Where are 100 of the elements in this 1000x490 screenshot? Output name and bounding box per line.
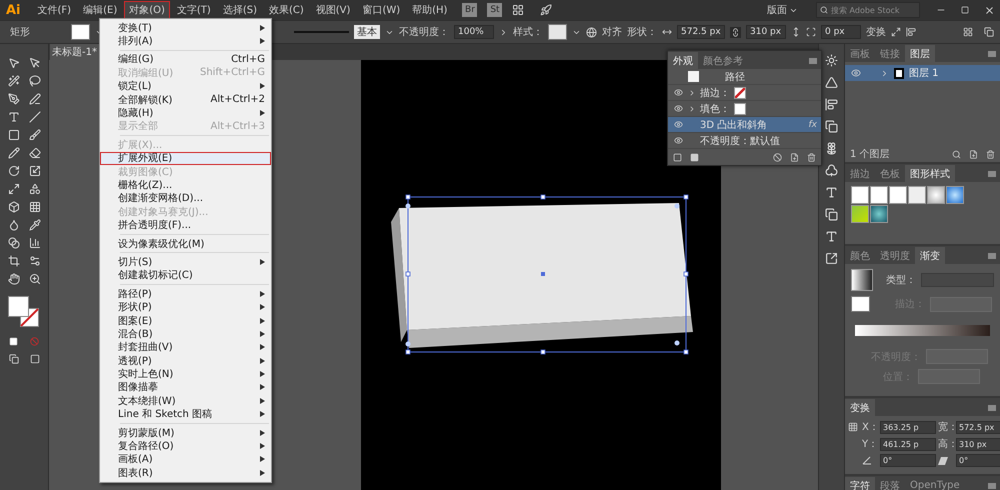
perspective-grid-icon[interactable] <box>8 201 20 213</box>
style-swatch[interactable] <box>548 24 567 40</box>
corner-radius-field[interactable]: 0 px <box>821 25 861 39</box>
gradient-drop-icon[interactable] <box>8 219 20 231</box>
duplicate-icon[interactable] <box>790 152 799 162</box>
panel-options-icon[interactable] <box>984 27 994 37</box>
visibility-eye-icon[interactable] <box>674 104 682 113</box>
pencil-icon[interactable] <box>8 147 20 159</box>
curvature-pen-icon[interactable] <box>28 93 40 105</box>
delete-icon[interactable] <box>986 150 995 158</box>
graphic-style-swatch[interactable] <box>851 205 869 223</box>
graphic-style-swatch[interactable] <box>870 186 888 204</box>
appearance-row[interactable]: 描边： <box>668 85 821 101</box>
visibility-eye-icon[interactable] <box>674 136 682 145</box>
brush-icon[interactable] <box>28 129 40 141</box>
graphic-style-swatch[interactable] <box>851 186 869 204</box>
rotate-angle-field[interactable]: 0° <box>880 454 936 467</box>
menu-item[interactable]: 设为像素级优化(M) <box>100 236 271 250</box>
panel-tab[interactable]: 画板 <box>845 45 875 62</box>
menu-item[interactable]: 锁定(L) <box>100 80 271 93</box>
shape-builder-icon[interactable] <box>28 183 40 195</box>
height-field[interactable]: 310 px <box>746 25 786 39</box>
shear-angle-field[interactable]: 0° <box>956 454 1000 467</box>
grid-icon[interactable] <box>963 27 973 37</box>
menu-item[interactable]: 透视(P) <box>100 354 271 368</box>
menu-item[interactable]: 图案(E) <box>100 314 271 328</box>
graphic-style-swatch[interactable] <box>889 186 907 204</box>
menu-item[interactable]: 路径(P) <box>100 287 271 300</box>
zoom-icon[interactable] <box>28 273 40 285</box>
menu-title[interactable]: 帮助(H) <box>407 1 452 19</box>
menu-item[interactable]: 栅格化(Z)... <box>100 178 271 192</box>
fill-stroke-swatches-drawing[interactable] <box>8 296 39 327</box>
menu-item[interactable]: 编组(G) Ctrl+G <box>100 52 271 66</box>
menu-item[interactable]: 切片(S) <box>100 255 271 269</box>
panel-tab[interactable]: 链接 <box>875 45 905 62</box>
rotate-icon[interactable] <box>8 165 20 177</box>
blend-icon[interactable] <box>8 237 20 249</box>
menu-item[interactable]: 排列(A) <box>100 34 271 48</box>
scale-icon[interactable] <box>28 165 40 177</box>
panel-tab[interactable]: 字符 <box>845 477 875 490</box>
app-launch-button[interactable]: Br <box>462 3 478 17</box>
free-transform-icon[interactable] <box>8 183 20 195</box>
menu-item[interactable]: 实时上色(N) <box>100 367 271 381</box>
menu-item[interactable]: 剪切蒙版(M) <box>100 426 271 440</box>
transform-field[interactable]: 461.25 p <box>880 438 936 450</box>
transform-icon[interactable] <box>891 27 901 37</box>
align-link[interactable]: 对齐 <box>602 25 622 39</box>
panel-tab[interactable]: 描边 <box>845 165 875 182</box>
visibility-eye-icon[interactable] <box>851 68 861 78</box>
screen-mode-icon[interactable] <box>30 354 40 364</box>
clear-icon[interactable] <box>773 152 782 162</box>
graphic-style-swatch[interactable] <box>927 186 945 204</box>
transform-link[interactable]: 变换 <box>866 25 886 39</box>
menu-item[interactable]: 扩展外观(E) <box>100 152 271 165</box>
visibility-eye-icon[interactable] <box>674 120 682 129</box>
menu-title[interactable]: 文字(T) <box>172 1 216 19</box>
menu-item[interactable]: 隐藏(H) <box>100 106 271 120</box>
eyedropper-icon[interactable] <box>28 219 40 231</box>
fill-swatch[interactable] <box>734 102 746 114</box>
pathfinder-icon[interactable] <box>825 120 838 133</box>
menu-item[interactable]: 创建裁切标记(C) <box>100 268 271 282</box>
draw-mode-icon[interactable] <box>8 354 18 364</box>
constrain-link-button[interactable] <box>730 26 741 38</box>
chevron-icon[interactable] <box>499 28 508 36</box>
delete-icon[interactable] <box>807 152 816 162</box>
pen-icon[interactable] <box>8 93 20 105</box>
menu-item[interactable]: Line 和 Sketch 图稿 <box>100 408 271 421</box>
stroke-style-dropdown[interactable]: 基本 <box>354 25 380 39</box>
maximize-icon[interactable] <box>961 6 969 14</box>
menu-item[interactable]: 创建渐变网格(D)... <box>100 192 271 206</box>
line-icon[interactable] <box>28 111 40 123</box>
menu-title[interactable]: 效果(C) <box>264 1 309 19</box>
menu-item[interactable]: 图像描摹 <box>100 380 271 394</box>
menu-title[interactable]: 选择(S) <box>218 1 262 19</box>
stroke-none-swatch[interactable] <box>734 86 746 98</box>
menu-item[interactable]: 画板(A) <box>100 452 271 466</box>
menu-title[interactable]: 编辑(E) <box>78 1 122 19</box>
reference-point-icon[interactable] <box>848 422 858 432</box>
menu-item[interactable]: 变换(T) <box>100 21 271 34</box>
graphic-style-swatch[interactable] <box>908 186 926 204</box>
opacity-field[interactable]: 100% <box>454 25 494 39</box>
transform-field[interactable]: 572.5 px <box>956 420 1000 434</box>
menu-item[interactable]: 图表(R) <box>100 466 271 480</box>
mesh-icon[interactable] <box>28 201 40 213</box>
appearance-row[interactable]: 3D 凸出和斜角 fx <box>668 117 821 133</box>
transform-field[interactable]: 310 px <box>956 438 1000 450</box>
artboard-crop-icon[interactable] <box>8 255 20 267</box>
color-mode-icon[interactable] <box>9 336 18 346</box>
menu-title[interactable]: 窗口(W) <box>357 1 406 19</box>
transform-field[interactable]: 363.25 p <box>880 420 936 434</box>
panel-tab[interactable]: OpenType <box>905 477 965 490</box>
direct-select-arrow-icon[interactable] <box>28 57 40 69</box>
graphic-style-swatch[interactable] <box>870 205 888 223</box>
menu-title[interactable]: 文件(F) <box>32 1 76 19</box>
hand-icon[interactable] <box>8 273 20 285</box>
lasso-icon[interactable] <box>28 75 40 87</box>
square-icon[interactable] <box>673 152 682 162</box>
effect-badge[interactable]: fx <box>808 120 817 130</box>
character-styles-icon[interactable] <box>825 186 838 199</box>
menu-item[interactable]: 封套扭曲(V) <box>100 340 271 354</box>
